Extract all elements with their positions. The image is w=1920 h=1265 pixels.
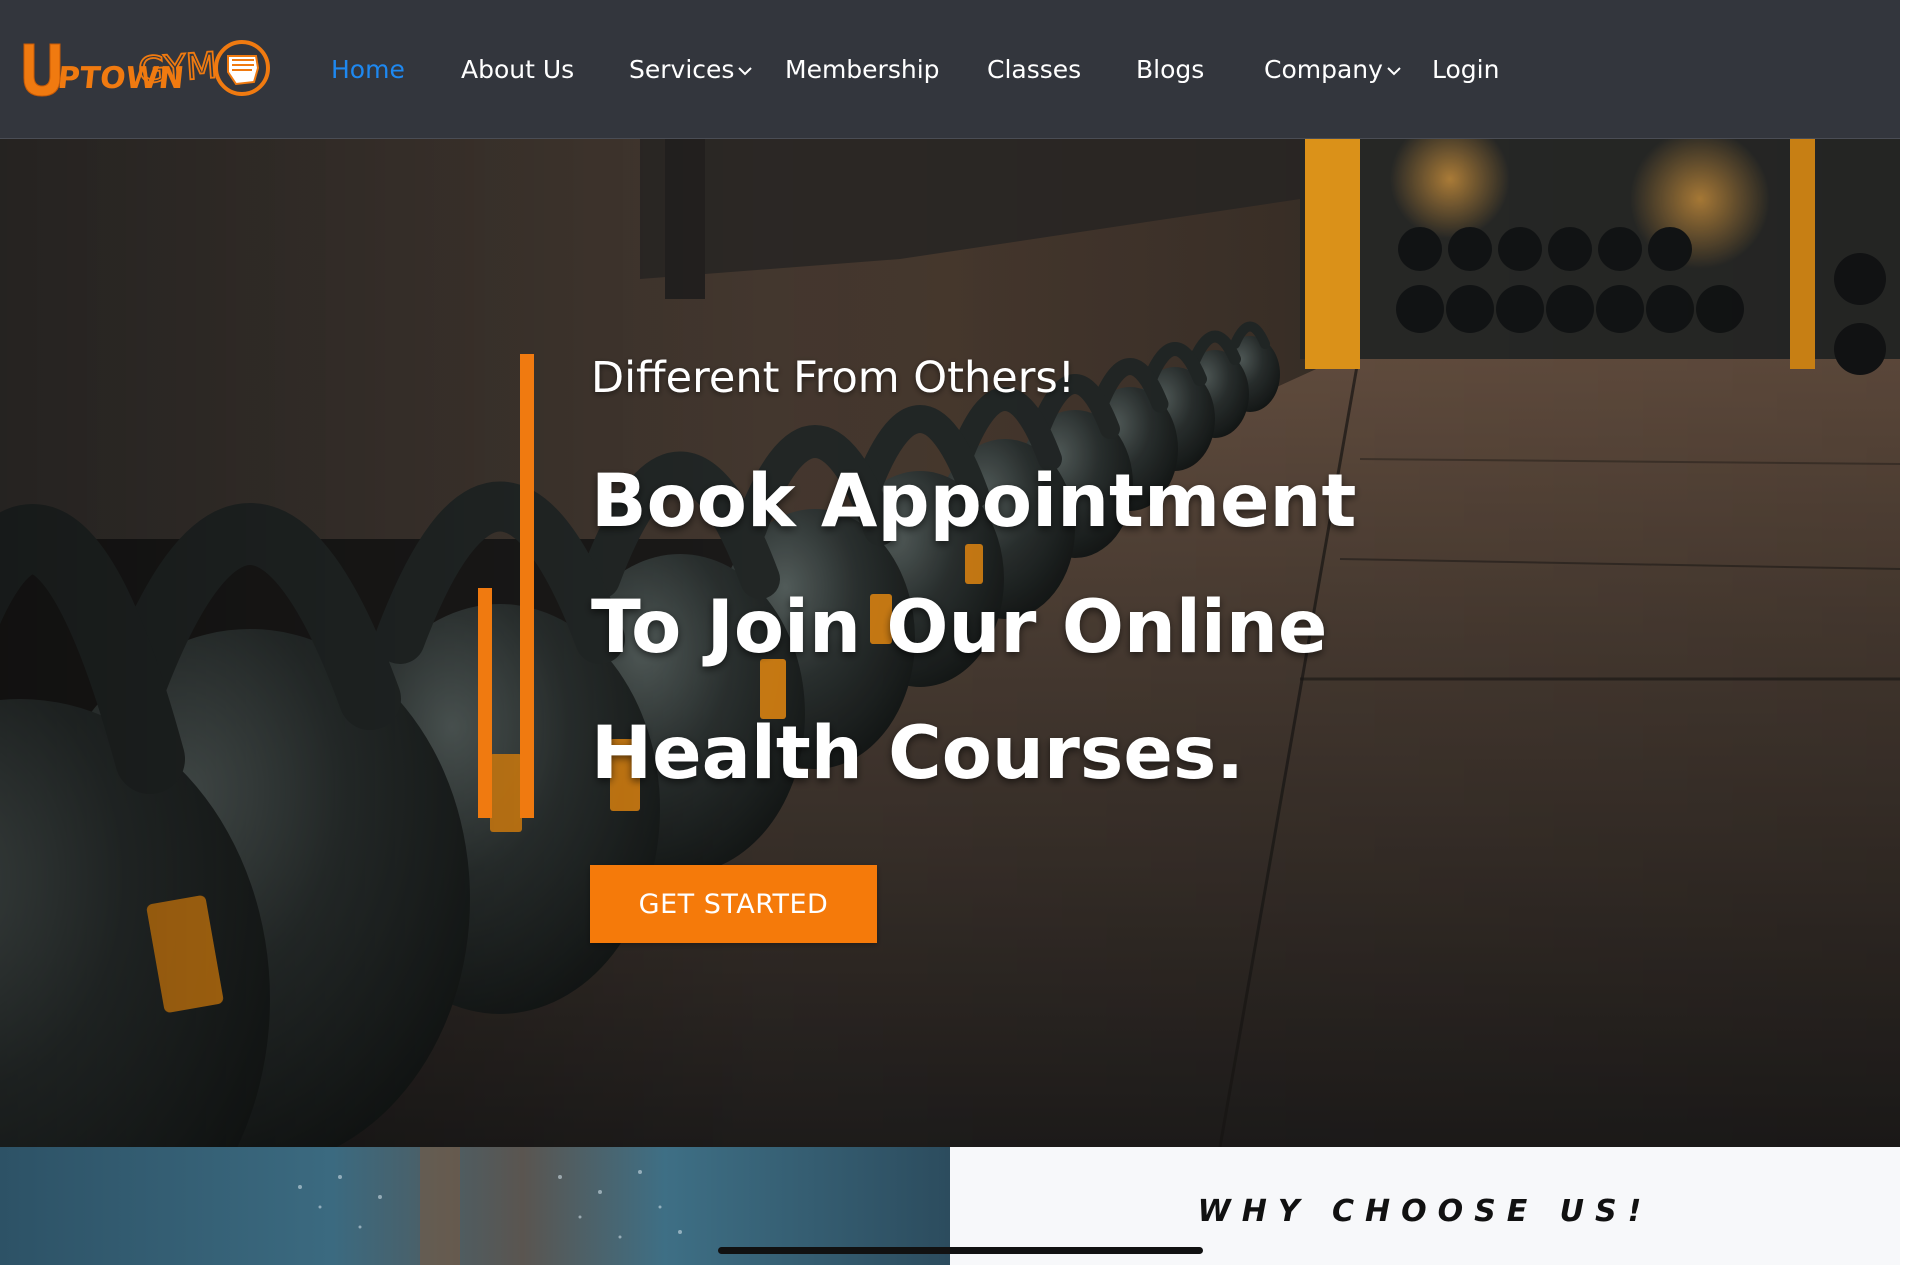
- nav-blogs[interactable]: Blogs: [1136, 52, 1204, 88]
- nav-classes-label: Classes: [987, 55, 1082, 84]
- nav-services-label: Services: [629, 55, 735, 84]
- hero-heading-line-2: To Join Our Online: [591, 585, 1328, 670]
- nav-about-us-label: About Us: [461, 55, 575, 84]
- nav-company[interactable]: Company: [1264, 52, 1402, 88]
- home-indicator[interactable]: [718, 1247, 1203, 1254]
- nav-classes[interactable]: Classes: [987, 52, 1081, 88]
- why-choose-us-heading: WHY CHOOSE US!: [1197, 1194, 1653, 1229]
- hero-eyebrow: Different From Others!: [591, 353, 1076, 403]
- page-gutter: [1900, 0, 1920, 1265]
- nav-blogs-label: Blogs: [1136, 55, 1205, 84]
- nav-login[interactable]: Login: [1432, 52, 1499, 88]
- chevron-down-icon: [738, 67, 753, 76]
- hero-heading-line-3: Health Courses.: [591, 711, 1245, 796]
- nav-login-label: Login: [1432, 55, 1500, 84]
- nav-membership[interactable]: Membership: [785, 52, 940, 88]
- hero-heading: Book Appointment To Join Our Online Heal…: [591, 439, 1491, 817]
- get-started-button[interactable]: GET STARTED: [590, 865, 877, 943]
- nav-home[interactable]: Home: [331, 52, 405, 88]
- nav-membership-label: Membership: [785, 55, 940, 84]
- nav-company-label: Company: [1264, 55, 1383, 84]
- page: PTOWN GYM Home About Us Services Members…: [0, 0, 1920, 1265]
- main-nav: Home About Us Services Membership Classe…: [0, 0, 1900, 139]
- accent-bar-tall: [520, 354, 534, 818]
- nav-about-us[interactable]: About Us: [461, 52, 574, 88]
- hero-section: Different From Others! Book Appointment …: [0, 139, 1900, 1147]
- accent-bar-short: [478, 588, 492, 818]
- hero-heading-line-1: Book Appointment: [591, 459, 1357, 544]
- navbar: PTOWN GYM Home About Us Services Members…: [0, 0, 1900, 139]
- chevron-down-icon: [1387, 67, 1401, 76]
- nav-services[interactable]: Services: [629, 52, 753, 88]
- nav-home-label: Home: [331, 55, 405, 84]
